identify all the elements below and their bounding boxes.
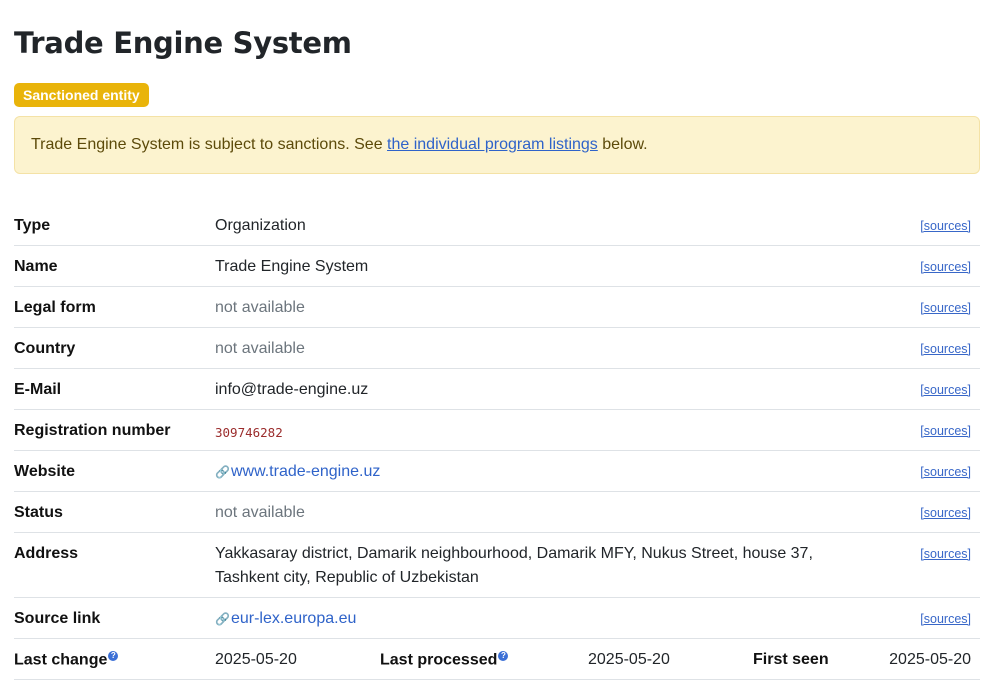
page-title: Trade Engine System: [14, 26, 352, 60]
row-type: Type Organization [sources]: [14, 205, 980, 246]
help-icon[interactable]: ?: [108, 651, 119, 661]
address-line-1: Yakkasaray district, Damarik neighbourho…: [215, 545, 813, 562]
row-meta: Last change? 2025-05-20 Last processed? …: [14, 639, 980, 680]
row-registration-number: Registration number 309746282 [sources]: [14, 410, 980, 451]
facts-table: Type Organization [sources] Name Trade E…: [14, 205, 980, 680]
row-source-link: Source link 🔗eur-lex.europa.eu [sources]: [14, 598, 980, 639]
value-address: Yakkasaray district, Damarik neighbourho…: [215, 542, 813, 590]
sources-link-source[interactable]: [sources]: [920, 612, 971, 626]
value-country: not available: [215, 340, 305, 357]
row-address: Address Yakkasaray district, Damarik nei…: [14, 533, 980, 598]
label-country: Country: [14, 340, 76, 357]
value-email: info@trade-engine.uz: [215, 381, 369, 398]
website-link[interactable]: www.trade-engine.uz: [231, 463, 380, 480]
label-type: Type: [14, 217, 51, 234]
value-registration-number: 309746282: [215, 425, 283, 440]
link-icon: 🔗: [215, 612, 230, 626]
sources-link-registration[interactable]: [sources]: [920, 424, 971, 438]
label-website: Website: [14, 463, 76, 480]
label-first-seen: First seen: [753, 651, 829, 668]
row-website: Website 🔗www.trade-engine.uz [sources]: [14, 451, 980, 492]
row-status: Status not available [sources]: [14, 492, 980, 533]
value-last-change: 2025-05-20: [215, 651, 297, 668]
alert-text-before: Trade Engine System is subject to sancti…: [31, 136, 388, 153]
label-last-change: Last change?: [14, 651, 119, 669]
value-status: not available: [215, 504, 305, 521]
label-registration-number: Registration number: [14, 422, 171, 439]
address-line-2: Tashkent city, Republic of Uzbekistan: [215, 569, 479, 586]
label-email: E-Mail: [14, 381, 62, 398]
sources-link-address[interactable]: [sources]: [920, 547, 971, 561]
label-name: Name: [14, 258, 58, 275]
value-name: Trade Engine System: [215, 258, 369, 275]
alert-text-after: below.: [597, 136, 648, 153]
label-source-link: Source link: [14, 610, 101, 627]
program-listings-link[interactable]: the individual program listings: [387, 136, 598, 153]
sources-link-type[interactable]: [sources]: [920, 219, 971, 233]
value-legal-form: not available: [215, 299, 305, 316]
link-icon: 🔗: [215, 465, 230, 479]
sanctions-alert: Trade Engine System is subject to sancti…: [14, 116, 980, 174]
sources-link-status[interactable]: [sources]: [920, 506, 971, 520]
value-first-seen: 2025-05-20: [889, 651, 971, 668]
help-icon[interactable]: ?: [498, 651, 509, 661]
label-last-processed: Last processed?: [380, 651, 509, 669]
label-status: Status: [14, 504, 63, 521]
sources-link-name[interactable]: [sources]: [920, 260, 971, 274]
value-last-processed: 2025-05-20: [588, 651, 670, 668]
value-type: Organization: [215, 217, 306, 234]
value-source-link: 🔗eur-lex.europa.eu: [215, 610, 356, 628]
label-legal-form: Legal form: [14, 299, 96, 316]
sources-link-email[interactable]: [sources]: [920, 383, 971, 397]
sanctioned-badge: Sanctioned entity: [14, 83, 149, 107]
value-website: 🔗www.trade-engine.uz: [215, 463, 380, 481]
row-email: E-Mail info@trade-engine.uz [sources]: [14, 369, 980, 410]
row-country: Country not available [sources]: [14, 328, 980, 369]
sources-link-website[interactable]: [sources]: [920, 465, 971, 479]
source-link[interactable]: eur-lex.europa.eu: [231, 610, 356, 627]
sources-link-legal-form[interactable]: [sources]: [920, 301, 971, 315]
row-legal-form: Legal form not available [sources]: [14, 287, 980, 328]
label-address: Address: [14, 545, 79, 562]
row-name: Name Trade Engine System [sources]: [14, 246, 980, 287]
sources-link-country[interactable]: [sources]: [920, 342, 971, 356]
